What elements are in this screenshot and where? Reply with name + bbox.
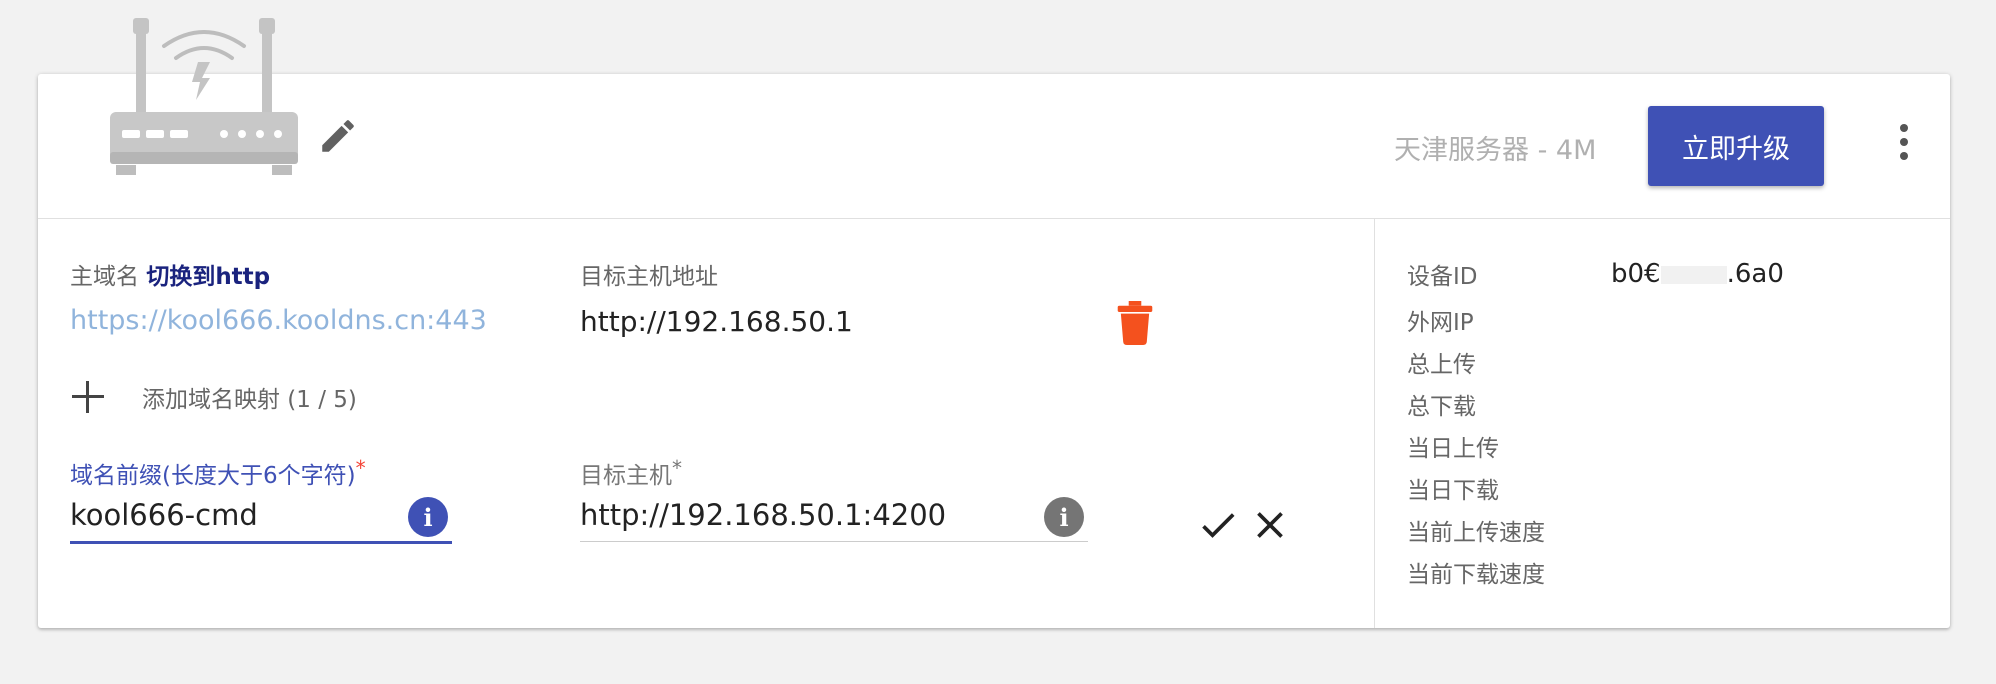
card-header: 天津服务器 - 4M 立即升级 xyxy=(38,18,1950,219)
total-download-label: 总下载 xyxy=(1407,394,1476,420)
upgrade-button[interactable]: 立即升级 xyxy=(1648,106,1824,186)
mapping-panel: 主域名 切换到http 目标主机地址 https://kool666.koold… xyxy=(38,219,1375,628)
router-icon xyxy=(110,18,298,175)
daily-download-label: 当日下载 xyxy=(1407,478,1499,504)
prefix-field-label: 域名前缀(长度大于6个字符)* xyxy=(70,456,366,489)
target-input-wrap xyxy=(580,489,1088,542)
more-vert-icon[interactable] xyxy=(1884,114,1924,170)
target-host-addr-label: 目标主机地址 xyxy=(580,264,718,290)
prefix-input-wrap xyxy=(70,489,452,544)
wan-ip-label: 外网IP xyxy=(1407,310,1474,336)
info-icon[interactable]: i xyxy=(1044,497,1084,537)
device-id-label: 设备ID xyxy=(1407,264,1478,290)
daily-upload-label: 当日上传 xyxy=(1407,436,1499,462)
upload-speed-label: 当前上传速度 xyxy=(1407,520,1545,546)
domain-url-link[interactable]: https://kool666.kooldns.cn:443 xyxy=(70,305,487,336)
device-id-value: b0€ .6a0 xyxy=(1611,259,1784,289)
close-icon[interactable] xyxy=(1248,503,1292,547)
add-mapping-button[interactable]: 添加域名映射 (1 / 5) xyxy=(70,379,357,415)
target-host-input[interactable] xyxy=(580,498,1088,532)
switch-to-http-link[interactable]: 切换到http xyxy=(146,264,270,290)
add-mapping-label: 添加域名映射 (1 / 5) xyxy=(142,387,357,413)
download-speed-label: 当前下载速度 xyxy=(1407,562,1545,588)
server-label: 天津服务器 - 4M xyxy=(1394,135,1597,166)
total-upload-label: 总上传 xyxy=(1407,352,1476,378)
check-icon[interactable] xyxy=(1196,503,1240,547)
target-host-field-label: 目标主机* xyxy=(580,456,682,489)
pencil-icon xyxy=(322,120,354,152)
info-icon[interactable]: i xyxy=(408,497,448,537)
plus-icon xyxy=(70,379,106,415)
device-stats-panel: 设备ID b0€ .6a0 外网IP 总上传 总下载 当日上传 当日下载 当前上传… xyxy=(1375,219,1950,628)
device-card: 天津服务器 - 4M 立即升级 主域名 切换到http 目标主机地址 https… xyxy=(38,18,1950,628)
trash-icon[interactable] xyxy=(1116,301,1154,345)
edit-button[interactable] xyxy=(314,112,362,160)
main-domain-label: 主域名 切换到http xyxy=(70,264,271,290)
prefix-input[interactable] xyxy=(70,498,452,532)
target-host-addr-value: http://192.168.50.1 xyxy=(580,305,853,338)
